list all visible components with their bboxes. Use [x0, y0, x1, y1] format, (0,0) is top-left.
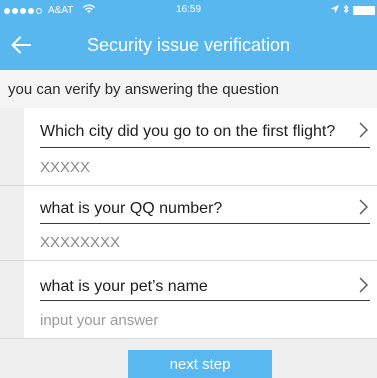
- question-underline: [40, 147, 370, 148]
- bluetooth-icon: [343, 4, 349, 17]
- status-time: 16:59: [175, 4, 202, 15]
- question-card-1: Which city did you go to on the first fl…: [24, 108, 377, 185]
- battery-icon: [353, 6, 375, 15]
- location-arrow-icon: [331, 5, 339, 16]
- question-select-2[interactable]: what is your QQ number?: [40, 194, 370, 224]
- nav-bar: Security issue verification: [0, 20, 377, 70]
- next-step-button[interactable]: next step: [128, 350, 272, 378]
- question-select-3[interactable]: what is your pet’s name: [40, 272, 370, 302]
- question-underline: [40, 300, 370, 301]
- instruction-text: you can verify by answering the question: [0, 70, 377, 108]
- question-label: what is your QQ number?: [40, 200, 223, 217]
- chevron-right-icon: [358, 277, 368, 298]
- page-title: Security issue verification: [86, 35, 291, 55]
- answer-input-1[interactable]: XXXXX: [40, 152, 370, 182]
- question-underline: [40, 223, 370, 224]
- question-select-1[interactable]: Which city did you go to on the first fl…: [40, 117, 370, 147]
- divider: [0, 338, 377, 339]
- question-card-2: what is your QQ number? XXXXXXXX: [24, 186, 377, 260]
- chevron-right-icon: [358, 122, 368, 143]
- question-label: Which city did you go to on the first fl…: [40, 123, 336, 140]
- status-right: [331, 4, 375, 17]
- question-card-3: what is your pet’s name input your answe…: [24, 261, 377, 338]
- answer-input-2[interactable]: XXXXXXXX: [40, 227, 370, 257]
- chevron-right-icon: [358, 199, 368, 220]
- status-bar: A&AT 16:59: [0, 0, 377, 20]
- answer-input-3[interactable]: input your answer: [40, 305, 370, 335]
- question-label: what is your pet’s name: [40, 278, 208, 295]
